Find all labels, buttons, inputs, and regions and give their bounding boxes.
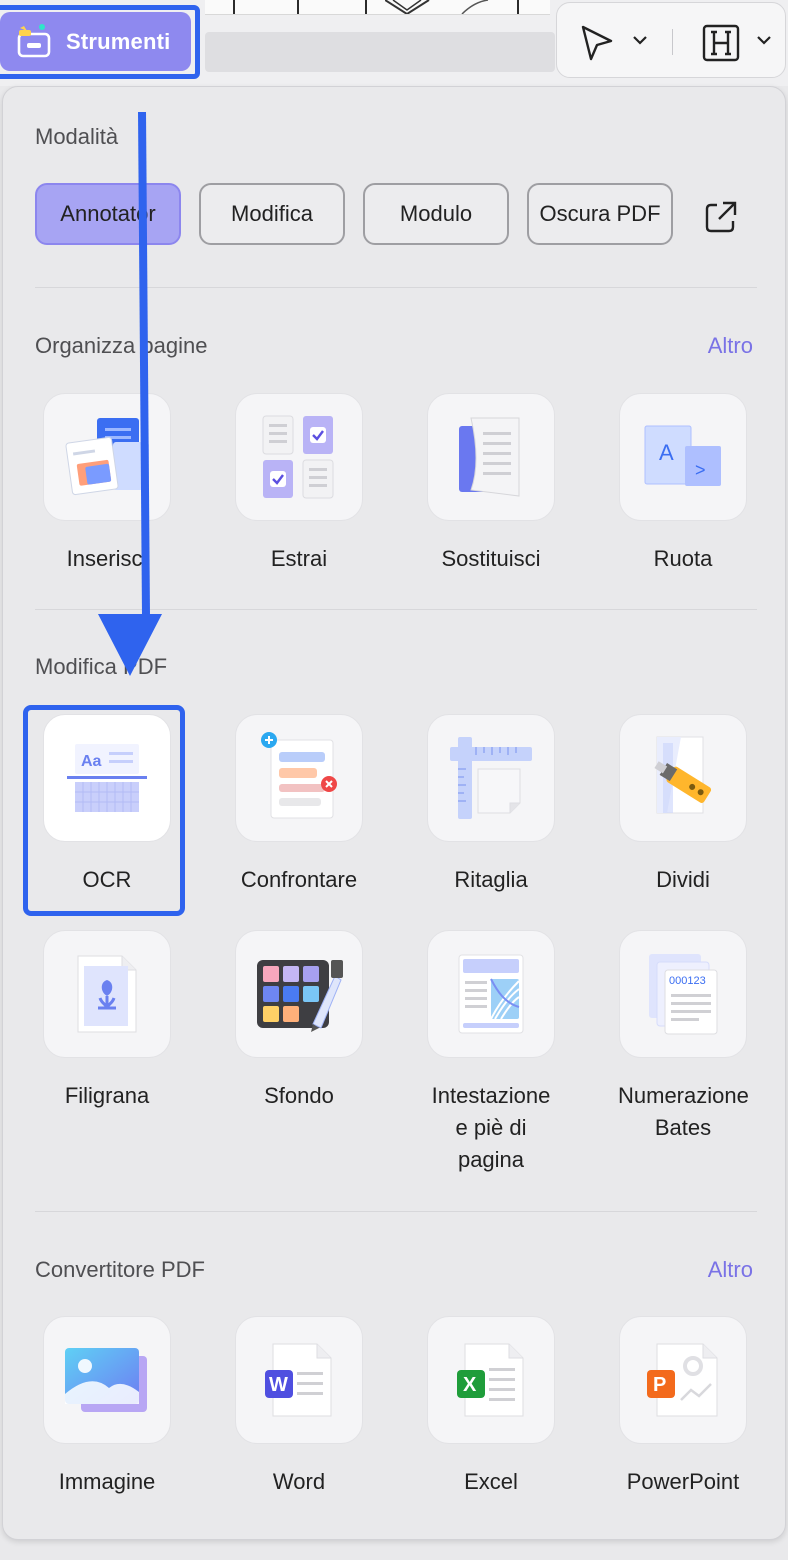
ocr-highlight-frame: [23, 705, 185, 916]
compare-icon: [261, 732, 337, 819]
tool-label: Intestazione e piè di pagina: [431, 1083, 551, 1172]
tool-label: Excel: [464, 1469, 518, 1494]
section-title-modalita: Modalità: [35, 124, 119, 149]
tool-sfondo[interactable]: Sfondo: [234, 930, 364, 1112]
tool-label: Filigrana: [64, 1083, 150, 1108]
chevron-down-icon[interactable]: [755, 33, 773, 47]
tool-label: Confrontare: [240, 867, 358, 892]
svg-text:P: P: [653, 1374, 666, 1396]
mode-button-annotator[interactable]: Annotator: [35, 183, 181, 245]
header-footer-icon: [458, 954, 524, 1034]
section-title-organizza-pagine: Organizza pagine: [35, 333, 208, 358]
tool-dividi[interactable]: Dividi: [618, 714, 748, 896]
background-icon: [257, 960, 343, 1032]
svg-text:000123: 000123: [669, 975, 706, 987]
toolbar-background-bar: [205, 32, 555, 72]
powerpoint-icon: P: [647, 1343, 718, 1417]
tool-label: Estrai: [270, 546, 328, 571]
open-external-icon[interactable]: [703, 199, 739, 235]
chevron-down-icon[interactable]: [631, 33, 649, 47]
svg-text:X: X: [463, 1374, 477, 1396]
split-icon: [654, 736, 712, 814]
tool-label: Word: [272, 1469, 326, 1494]
strumenti-highlight-frame: [0, 5, 200, 79]
rotate-pages-icon: A >: [644, 425, 721, 486]
tool-ritaglia[interactable]: Ritaglia: [426, 714, 556, 896]
tool-label: Ritaglia: [454, 867, 528, 892]
svg-text:>: >: [695, 460, 706, 480]
mode-button-modulo[interactable]: Modulo: [363, 183, 509, 245]
excel-icon: X: [457, 1343, 524, 1417]
tool-label: Numerazione Bates: [618, 1083, 749, 1140]
tool-intestazione-pie-pagina[interactable]: Intestazione e piè di pagina: [426, 930, 556, 1176]
tool-confrontare[interactable]: Confrontare: [234, 714, 364, 896]
bates-numbering-icon: 000123: [649, 954, 718, 1035]
cursor-icon[interactable]: [577, 23, 617, 63]
mode-button-modifica[interactable]: Modifica: [199, 183, 345, 245]
tool-label: Immagine: [58, 1469, 156, 1494]
tool-label: PowerPoint: [626, 1469, 740, 1494]
top-toolbar: Strumenti: [0, 0, 788, 86]
organize-more-link[interactable]: Altro: [708, 333, 753, 359]
tool-immagine[interactable]: Immagine: [42, 1316, 172, 1498]
crop-icon: [450, 737, 532, 819]
tool-label: Sfondo: [264, 1083, 334, 1108]
section-title-convertitore-pdf: Convertitore PDF: [35, 1257, 205, 1282]
hand-tool-icon[interactable]: [701, 23, 741, 63]
tool-label: Dividi: [656, 867, 710, 892]
extract-pages-icon: [262, 415, 334, 499]
tool-label: Inserisci: [66, 546, 148, 571]
word-icon: W: [265, 1343, 332, 1417]
tool-label: Sostituisci: [441, 546, 541, 571]
svg-text:W: W: [269, 1374, 288, 1396]
tool-inserisci[interactable]: Inserisci: [42, 393, 172, 575]
tool-estrai[interactable]: Estrai: [234, 393, 364, 575]
image-convert-icon: [65, 1348, 147, 1412]
tool-word[interactable]: W Word: [234, 1316, 364, 1498]
tool-sostituisci[interactable]: Sostituisci: [426, 393, 556, 575]
svg-text:A: A: [659, 440, 674, 465]
tool-powerpoint[interactable]: P PowerPoint: [618, 1316, 748, 1498]
replace-pages-icon: [459, 417, 520, 497]
tool-filigrana[interactable]: Filigrana: [42, 930, 172, 1112]
tool-ruota[interactable]: A > Ruota: [618, 393, 748, 575]
watermark-icon: [77, 955, 137, 1033]
document-page-peek: [205, 0, 550, 15]
tool-excel[interactable]: X Excel: [426, 1316, 556, 1498]
document-drawing: [385, 0, 430, 14]
tool-numerazione-bates[interactable]: 000123 Numerazione Bates: [618, 930, 749, 1144]
section-title-modifica-pdf: Modifica PDF: [35, 654, 168, 679]
mode-button-oscura-pdf[interactable]: Oscura PDF: [527, 183, 673, 245]
convert-more-link[interactable]: Altro: [708, 1257, 753, 1283]
selection-tools-group: [556, 2, 786, 78]
insert-pages-icon: [65, 418, 149, 496]
tool-label: Ruota: [653, 546, 713, 571]
